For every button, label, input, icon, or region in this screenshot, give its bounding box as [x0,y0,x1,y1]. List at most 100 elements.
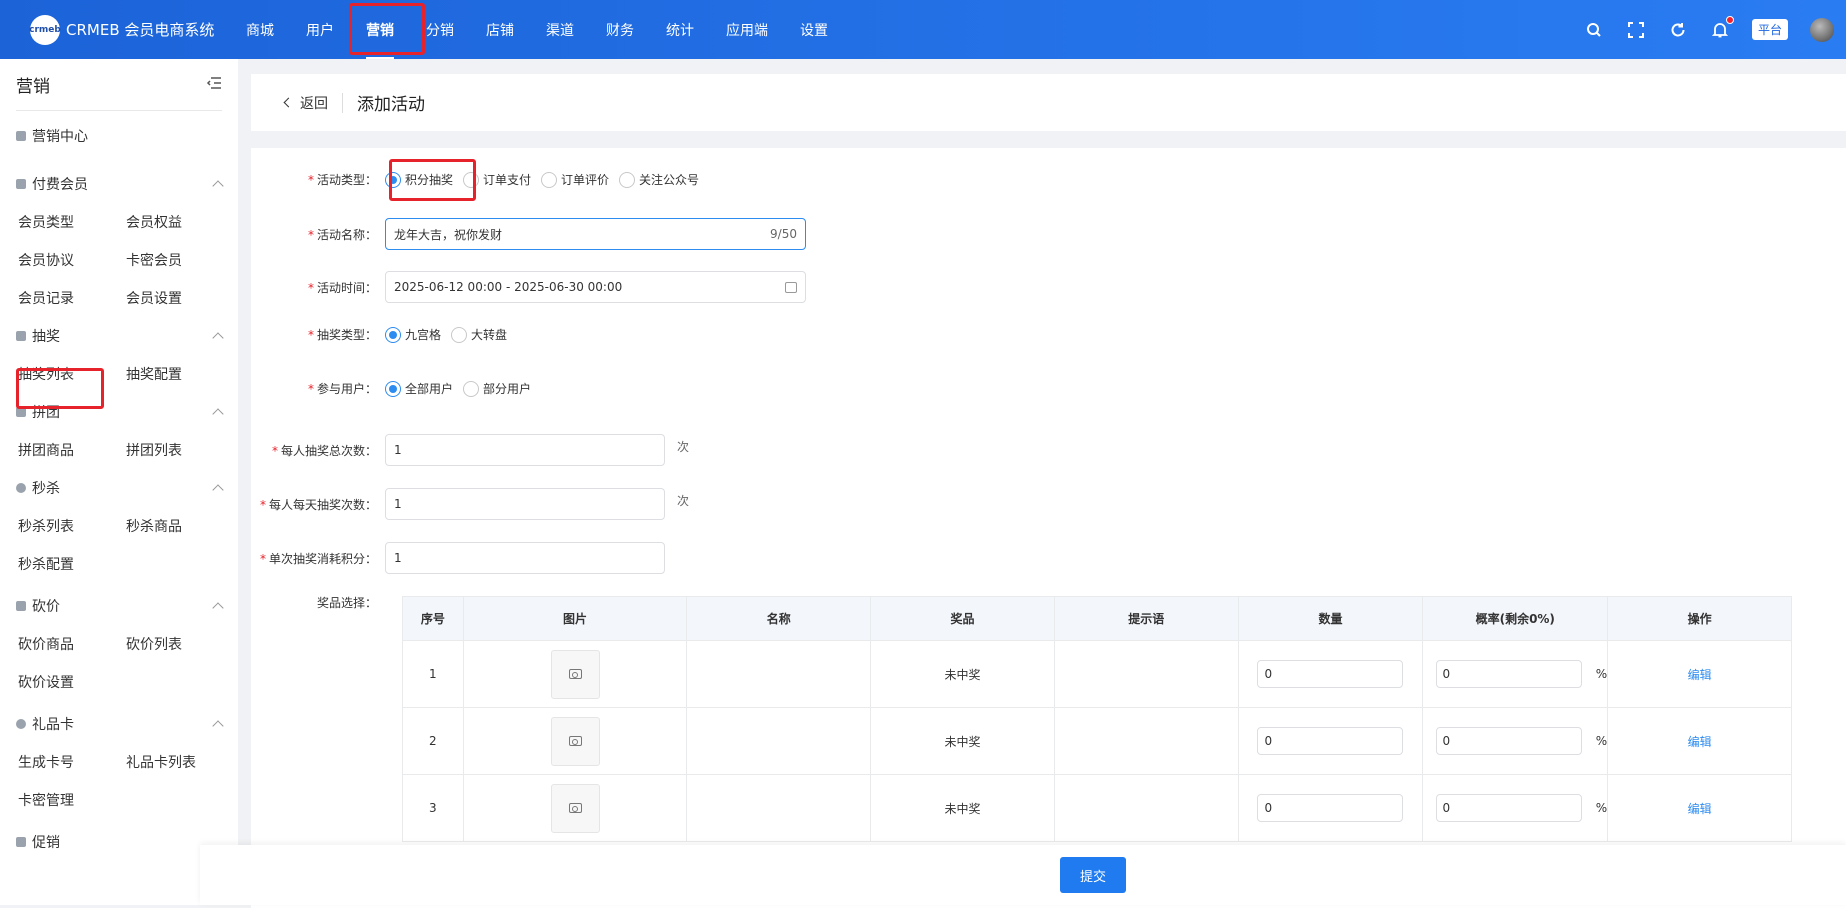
camera-icon [568,803,582,813]
sidebar-item-lottery-config[interactable]: 抽奖配置 [126,355,234,393]
radio-nine-grid[interactable]: 九宫格 [385,326,441,343]
page-header: 返回 添加活动 [251,74,1846,131]
nav-store[interactable]: 店铺 [470,0,530,59]
sidebar-item-member-type[interactable]: 会员类型 [18,203,126,241]
sidebar-item-group-list[interactable]: 拼团列表 [126,431,234,469]
prob-input[interactable]: 0 [1435,660,1582,688]
prize-label-row: 奖品选择： [316,596,377,610]
radio-wheel[interactable]: 大转盘 [451,326,507,343]
chevron-up-icon [212,602,224,614]
main-content: 返回 添加活动 [251,74,1846,131]
sidebar-item-bargain-settings[interactable]: 砍价设置 [18,663,126,701]
sidebar-item-member-agreement[interactable]: 会员协议 [18,241,126,279]
bell-icon[interactable] [1710,15,1734,40]
th-prob: 概率(剩余0%) [1422,596,1609,641]
radio-follow-account[interactable]: 关注公众号 [619,171,699,188]
notification-badge [1725,15,1734,24]
edit-link[interactable]: 编辑 [1688,735,1712,749]
image-upload[interactable] [550,649,600,699]
sidebar-item-group-goods[interactable]: 拼团商品 [18,431,126,469]
gear-icon [16,719,26,729]
sidebar-group-paid-member[interactable]: 付费会员 [16,165,224,203]
refresh-icon[interactable] [1668,20,1688,40]
sidebar-item-marketing-center[interactable]: 营销中心 [16,117,222,155]
search-icon[interactable] [1584,20,1604,40]
chevron-up-icon [212,720,224,732]
sidebar-item-seckill-list[interactable]: 秒杀列表 [18,507,126,545]
sidebar-title: 营销 [16,77,50,97]
lottery-type-row: * 抽奖类型： 九宫格 大转盘 [307,326,508,343]
th-prize: 奖品 [870,596,1055,641]
radio-points-lottery[interactable]: 积分抽奖 [385,171,453,188]
image-upload[interactable] [550,783,600,833]
daily-times-input[interactable]: 1 [385,488,665,520]
sidebar-item-card-manage[interactable]: 卡密管理 [18,781,126,819]
sidebar-group-group-buy[interactable]: 拼团 [16,393,224,431]
sidebar-item-bargain-list[interactable]: 砍价列表 [126,625,234,663]
fullscreen-icon[interactable] [1626,20,1646,40]
table-row: 1 未中奖 0 0% 编辑 [402,640,1792,708]
qty-input[interactable]: 0 [1257,660,1404,688]
avatar[interactable] [1810,17,1834,42]
sidebar-group-seckill[interactable]: 秒杀 [16,469,224,507]
table-row: 3 未中奖 0 0% 编辑 [402,774,1792,842]
sidebar-item-gift-card-list[interactable]: 礼品卡列表 [126,743,234,781]
sidebar-group-lottery[interactable]: 抽奖 [16,317,224,355]
sidebar-item-member-record[interactable]: 会员记录 [18,279,126,317]
total-times-input[interactable]: 1 [385,434,665,466]
app-title: CRMEB 会员电商系统 [66,21,215,39]
radio-order-review[interactable]: 订单评价 [541,171,609,188]
vip-icon [16,179,26,189]
activity-time-picker[interactable]: 2025-06-12 00:00 - 2025-06-30 00:00 [385,271,806,303]
radio-order-pay[interactable]: 订单支付 [463,171,531,188]
image-upload[interactable] [550,716,600,766]
total-times-row: * 每人抽奖总次数： 1 次 [251,434,689,466]
platform-tag[interactable]: 平台 [1751,19,1788,40]
radio-some-users[interactable]: 部分用户 [463,380,531,397]
sidebar-group-bargain[interactable]: 砍价 [16,587,224,625]
edit-link[interactable]: 编辑 [1688,668,1712,682]
sidebar-item-seckill-goods[interactable]: 秒杀商品 [126,507,234,545]
back-button[interactable]: 返回 [283,92,343,113]
sidebar-item-card-member[interactable]: 卡密会员 [126,241,234,279]
sidebar-group-gift-card[interactable]: 礼品卡 [16,705,224,743]
points-cost-input[interactable]: 1 [385,542,665,574]
sidebar-group-promotion[interactable]: 促销 [16,823,222,861]
logo[interactable]: crmeb CRMEB 会员电商系统 [0,14,230,45]
nav-settings[interactable]: 设置 [784,0,844,59]
activity-name-input[interactable]: 龙年大吉，祝你发财 9/50 [385,218,806,250]
th-tip: 提示语 [1053,596,1239,641]
activity-type-row: * 活动类型： 积分抽奖 订单支付 订单评价 关注公众号 [307,171,700,188]
sidebar-item-seckill-config[interactable]: 秒杀配置 [18,545,126,583]
th-name: 名称 [686,596,872,641]
sidebar-item-member-settings[interactable]: 会员设置 [126,279,234,317]
sidebar: 营销 营销中心 付费会员 会员类型 会员权益 会员协议 卡密会员 会员记录 会员… [0,59,238,905]
radio-all-users[interactable]: 全部用户 [385,380,453,397]
prob-input[interactable]: 0 [1435,727,1582,755]
sidebar-item-member-rights[interactable]: 会员权益 [126,203,234,241]
collapse-menu-icon[interactable] [206,75,222,94]
nav-marketing[interactable]: 营销 [350,0,410,59]
prob-input[interactable]: 0 [1435,794,1582,822]
nav-statistics[interactable]: 统计 [650,0,710,59]
points-cost-row: * 单次抽奖消耗积分： 1 [251,542,665,574]
nav-distribution[interactable]: 分销 [410,0,470,59]
qty-input[interactable]: 0 [1257,727,1404,755]
promotion-icon [16,837,26,847]
sidebar-item-bargain-goods[interactable]: 砍价商品 [18,625,126,663]
chevron-up-icon [212,484,224,496]
sidebar-item-lottery-list[interactable]: 抽奖列表 [18,355,126,393]
th-no: 序号 [402,596,464,641]
submit-button[interactable]: 提交 [1060,857,1126,893]
grid-icon [16,331,26,341]
sidebar-item-generate-card[interactable]: 生成卡号 [18,743,126,781]
nav-user[interactable]: 用户 [290,0,350,59]
qty-input[interactable]: 0 [1257,794,1404,822]
th-action: 操作 [1607,596,1792,641]
nav-channel[interactable]: 渠道 [530,0,590,59]
nav-finance[interactable]: 财务 [590,0,650,59]
nav-mall[interactable]: 商城 [230,0,290,59]
edit-link[interactable]: 编辑 [1688,802,1712,816]
chevron-up-icon [212,180,224,192]
nav-app[interactable]: 应用端 [710,0,784,59]
